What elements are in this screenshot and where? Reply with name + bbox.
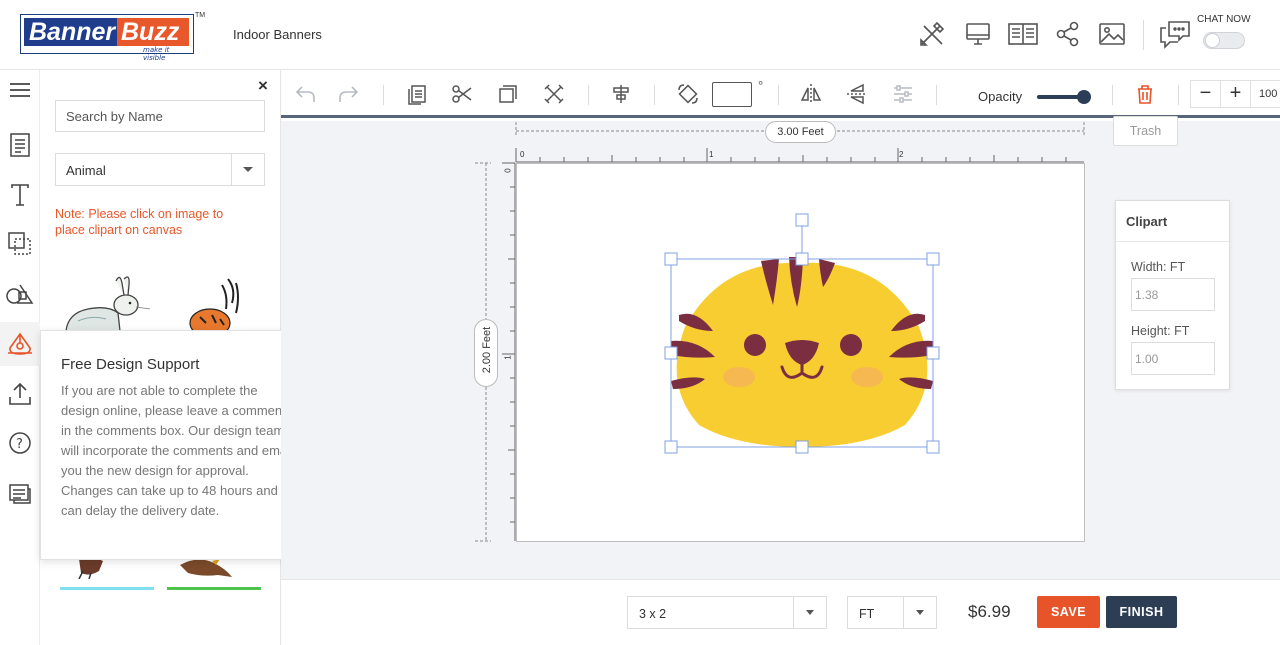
layers-icon[interactable] <box>0 222 40 266</box>
clipart-rabbit[interactable] <box>58 273 154 331</box>
upload-icon[interactable] <box>0 372 40 416</box>
popup-body: If you are not able to complete the desi… <box>61 383 293 518</box>
design-tools-icon[interactable] <box>917 19 947 49</box>
opacity-slider-thumb[interactable] <box>1077 90 1091 104</box>
ruler-x-label: 1 <box>709 150 714 159</box>
comments-icon[interactable] <box>0 472 40 516</box>
logo-buzz-text: Buzz <box>117 18 189 46</box>
logo-banner-text: Banner <box>24 18 120 46</box>
editor-toolbar: ° Opacity − + 100 <box>281 70 1280 118</box>
canvas-height-label: 2.00 Feet <box>474 319 498 387</box>
zoom-out-button[interactable]: − <box>1191 81 1221 107</box>
height-label: Height: FT <box>1131 324 1190 338</box>
logo-tm: TM <box>195 12 206 19</box>
adjust-icon[interactable] <box>892 83 914 105</box>
product-name: Indoor Banners <box>233 27 322 42</box>
chat-now-label: CHAT NOW <box>1197 14 1251 25</box>
toolbar-divider <box>936 85 937 105</box>
degree-symbol: ° <box>758 78 764 93</box>
free-design-support-popup: Free Design Support × If you are not abl… <box>40 330 310 560</box>
rotate-icon[interactable] <box>677 83 699 105</box>
size-select-value: 3 x 2 <box>639 607 667 621</box>
chevron-down-icon[interactable] <box>231 154 264 185</box>
chevron-down-icon[interactable] <box>793 597 826 628</box>
popup-title: Free Design Support <box>61 356 200 373</box>
clipart-icon[interactable] <box>0 322 40 366</box>
design-canvas[interactable] <box>516 163 1085 542</box>
clipart-properties-panel: Clipart Width: FT 1.38 Height: FT 1.00 <box>1115 200 1230 390</box>
svg-text:?: ? <box>16 437 23 452</box>
flip-vertical-icon[interactable] <box>846 83 868 105</box>
preview-monitor-icon[interactable] <box>963 19 993 49</box>
width-field[interactable]: 1.38 <box>1131 278 1215 311</box>
toolbar-divider <box>383 85 384 105</box>
toolbar-divider <box>778 85 779 105</box>
rotate-angle-input[interactable] <box>712 82 752 107</box>
height-field[interactable]: 1.00 <box>1131 342 1215 375</box>
canvas-width-label: 3.00 Feet <box>765 121 836 143</box>
clipart-thumb-strip <box>60 587 154 590</box>
ruler-y-label: 0 <box>503 168 513 173</box>
menu-icon[interactable] <box>0 70 40 114</box>
redo-icon[interactable] <box>338 83 360 105</box>
bottom-bar: 3 x 2 FT $6.99 SAVE FINISH <box>281 579 1280 645</box>
toolbar-divider <box>1112 85 1113 105</box>
image-upload-icon[interactable] <box>1097 19 1127 49</box>
chat-icon[interactable] <box>1158 18 1190 49</box>
header-divider <box>1143 20 1144 50</box>
toolbar-divider <box>654 85 655 105</box>
canvas-height-text: 2.00 Feet <box>481 326 493 374</box>
price-value: $6.99 <box>968 602 1011 621</box>
text-icon[interactable] <box>0 174 40 218</box>
delete-x-icon[interactable] <box>543 83 565 105</box>
undo-icon[interactable] <box>294 83 316 105</box>
chat-toggle-knob <box>1205 33 1220 48</box>
share-icon[interactable] <box>1053 19 1083 49</box>
unit-select-value: FT <box>859 607 875 621</box>
book-view-icon[interactable] <box>1007 19 1038 49</box>
toolbar-divider <box>1178 85 1179 105</box>
logo-tagline: make it visible <box>143 46 170 62</box>
unit-select[interactable]: FT <box>847 596 937 629</box>
zoom-value[interactable]: 100 <box>1251 88 1280 100</box>
ruler-x-label: 2 <box>899 150 904 159</box>
clipart-thumb-strip <box>167 587 261 590</box>
width-label: Width: FT <box>1131 260 1186 274</box>
category-select-value: Animal <box>66 163 106 178</box>
zoom-in-button[interactable]: + <box>1221 81 1251 107</box>
chevron-down-icon[interactable] <box>903 597 936 628</box>
clipart-properties-header: Clipart <box>1116 201 1229 242</box>
clipart-search-input[interactable] <box>55 100 265 132</box>
size-select[interactable]: 3 x 2 <box>627 596 827 629</box>
finish-button[interactable]: FINISH <box>1106 596 1177 628</box>
shapes-icon[interactable] <box>0 272 40 316</box>
zoom-control: − + 100 <box>1190 80 1280 108</box>
bannerbuzz-logo[interactable]: Banner Buzz make it visible TM <box>20 12 205 62</box>
opacity-slider[interactable] <box>1037 90 1091 104</box>
clipart-note: Note: Please click on image to place cli… <box>55 207 224 237</box>
left-tool-rail: ? <box>0 70 40 645</box>
top-header: Banner Buzz make it visible TM Indoor Ba… <box>0 0 1280 70</box>
trash-tooltip: Trash <box>1113 116 1178 146</box>
template-icon[interactable] <box>0 124 40 168</box>
trash-icon[interactable] <box>1134 83 1156 105</box>
category-select[interactable]: Animal <box>55 153 265 186</box>
clipart-properties-title: Clipart <box>1126 214 1168 229</box>
ruler-x-label: 0 <box>520 150 525 159</box>
ruler-y-label: 1 <box>503 355 513 360</box>
cut-icon[interactable] <box>451 83 473 105</box>
opacity-label: Opacity <box>978 89 1023 104</box>
tiger-clipart[interactable] <box>657 209 947 459</box>
align-center-icon[interactable] <box>610 83 632 105</box>
clipart-tiger-thumb[interactable] <box>188 275 248 331</box>
copy-icon[interactable] <box>406 83 428 105</box>
toolbar-divider <box>588 85 589 105</box>
save-button[interactable]: SAVE <box>1037 596 1100 628</box>
chat-toggle[interactable] <box>1203 32 1245 49</box>
flip-horizontal-icon[interactable] <box>800 83 822 105</box>
panel-close-button[interactable]: × <box>258 76 268 96</box>
help-icon[interactable]: ? <box>0 422 40 466</box>
duplicate-icon[interactable] <box>497 83 519 105</box>
